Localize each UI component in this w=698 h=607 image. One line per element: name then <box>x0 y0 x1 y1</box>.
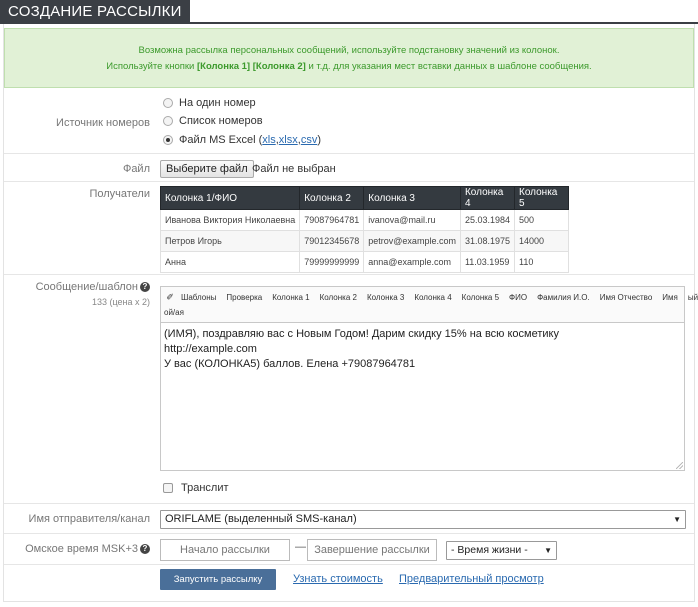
row-divider <box>4 503 694 504</box>
message-editor[interactable]: (ИМЯ), поздравляю вас с Новым Годом! Дар… <box>160 322 685 471</box>
table-cell: ivanova@mail.ru <box>363 209 461 231</box>
radio-single-number[interactable]: На один номер <box>163 97 256 109</box>
end-time-input[interactable]: Завершение рассылки <box>307 539 437 561</box>
table-row: Анна 79999999999 anna@example.com 11.03.… <box>159 251 569 273</box>
column-header: Колонка 5 <box>514 186 569 210</box>
file-label: Файл <box>122 163 150 175</box>
message-line: У вас (КОЛОНКА5) баллов. Елена +79087964… <box>164 358 416 370</box>
message-line: (ИМЯ), поздравляю вас с Новым Годом! Дар… <box>164 328 559 340</box>
format-link-xls[interactable]: xls <box>262 134 275 146</box>
table-cell: anna@example.com <box>363 251 461 273</box>
toolbar-gender-suffix-2[interactable]: ой/ая <box>164 308 184 317</box>
toolbar-column-2[interactable]: Колонка 2 <box>315 293 362 302</box>
toolbar-row: ✐ Шаблоны Проверка Колонка 1 Колонка 2 К… <box>161 290 698 304</box>
lifetime-select[interactable]: - Время жизни - ▼ <box>446 541 557 560</box>
table-cell: Анна <box>159 251 301 273</box>
table-cell: 79999999999 <box>299 251 365 273</box>
recipients-table: Колонка 1/ФИО Колонка 2 Колонка 3 Колонк… <box>159 186 569 273</box>
sender-label: Имя отправителя/канал <box>28 513 150 525</box>
dropdown-arrow-icon: ▼ <box>673 515 681 524</box>
column-header: Колонка 1/ФИО <box>159 186 301 210</box>
preview-link[interactable]: Предварительный просмотр <box>399 573 544 585</box>
radio-number-list[interactable]: Список номеров <box>163 115 263 127</box>
row-divider <box>4 564 694 565</box>
help-icon[interactable]: ? <box>140 282 150 292</box>
table-cell: 25.03.1984 <box>459 209 516 231</box>
table-header-row: Колонка 1/ФИО Колонка 2 Колонка 3 Колонк… <box>159 186 569 210</box>
table-cell: 79012345678 <box>299 230 365 252</box>
start-mailing-button[interactable]: Запустить рассылку <box>160 569 276 590</box>
template-toolbar: ✐ Шаблоны Проверка Колонка 1 Колонка 2 К… <box>160 286 698 322</box>
toolbar-check[interactable]: Проверка <box>221 293 267 302</box>
page-title: СОЗДАНИЕ РАССЫЛКИ <box>0 0 190 24</box>
toolbar-column-5[interactable]: Колонка 5 <box>457 293 504 302</box>
row-divider <box>4 533 694 534</box>
radio-excel-file[interactable]: Файл MS Excel (xls, xlsx, csv) <box>163 134 321 146</box>
info-alert: Возможна рассылка персональных сообщений… <box>4 28 694 88</box>
row-divider <box>4 181 694 182</box>
format-link-xlsx[interactable]: xlsx <box>279 134 298 146</box>
eraser-icon[interactable]: ✐ <box>164 292 176 303</box>
toolbar-surname-initials[interactable]: Фамилия И.О. <box>532 293 595 302</box>
checkbox-box[interactable] <box>163 483 173 493</box>
column-header: Колонка 3 <box>363 186 461 210</box>
message-counter: 133 (цена x 2) <box>91 297 150 307</box>
dropdown-arrow-icon: ▼ <box>544 546 552 555</box>
range-dash: — <box>295 541 306 553</box>
column-header: Колонка 4 <box>459 186 516 210</box>
radio-dot[interactable] <box>163 98 173 108</box>
radio-dot[interactable] <box>163 116 173 126</box>
info-line-1: Возможна рассылка персональных сообщений… <box>138 45 560 56</box>
message-label: Сообщение/шаблон? <box>0 281 150 293</box>
resize-handle[interactable] <box>676 462 683 469</box>
cost-link[interactable]: Узнать стоимость <box>293 573 383 585</box>
row-divider <box>4 274 694 275</box>
toolbar-column-3[interactable]: Колонка 3 <box>362 293 409 302</box>
schedule-label: Омское время MSK+3? <box>0 543 150 555</box>
toolbar-column-1[interactable]: Колонка 1 <box>267 293 314 302</box>
recipients-label: Получатели <box>89 188 150 200</box>
table-cell: 110 <box>514 251 569 273</box>
table-cell: 11.03.1959 <box>459 251 516 273</box>
help-icon[interactable]: ? <box>140 544 150 554</box>
table-cell: 14000 <box>514 230 569 252</box>
translit-checkbox[interactable]: Транслит <box>163 482 229 494</box>
table-cell: Петров Игорь <box>159 230 301 252</box>
column-header: Колонка 2 <box>299 186 365 210</box>
table-cell: 79087964781 <box>299 209 365 231</box>
radio-dot-selected[interactable] <box>163 135 173 145</box>
choose-file-button[interactable]: Выберите файл <box>160 160 254 178</box>
table-row: Иванова Виктория Николаевна 79087964781 … <box>159 209 569 231</box>
message-line: http://example.com <box>164 343 257 355</box>
toolbar-name-patronymic[interactable]: Имя Отчество <box>595 293 658 302</box>
table-cell: 31.08.1975 <box>459 230 516 252</box>
start-time-input[interactable]: Начало рассылки <box>160 539 290 561</box>
table-cell: petrov@example.com <box>363 230 461 252</box>
sender-select[interactable]: ORIFLAME (выделенный SMS-канал) ▼ <box>160 510 686 529</box>
toolbar-templates[interactable]: Шаблоны <box>176 293 221 302</box>
table-cell: 500 <box>514 209 569 231</box>
toolbar-fio[interactable]: ФИО <box>504 293 532 302</box>
table-row: Петров Игорь 79012345678 petrov@example.… <box>159 230 569 252</box>
info-line-2: Используйте кнопки [Колонка 1] [Колонка … <box>106 61 592 72</box>
toolbar-gender-suffix-1[interactable]: ый/ая <box>683 293 698 302</box>
format-link-csv[interactable]: csv <box>301 134 318 146</box>
toolbar-column-4[interactable]: Колонка 4 <box>409 293 456 302</box>
toolbar-name[interactable]: Имя <box>657 293 683 302</box>
table-cell: Иванова Виктория Николаевна <box>159 209 301 231</box>
file-status: Файл не выбран <box>252 163 336 175</box>
source-label: Источник номеров <box>56 117 150 129</box>
row-divider <box>4 153 694 154</box>
